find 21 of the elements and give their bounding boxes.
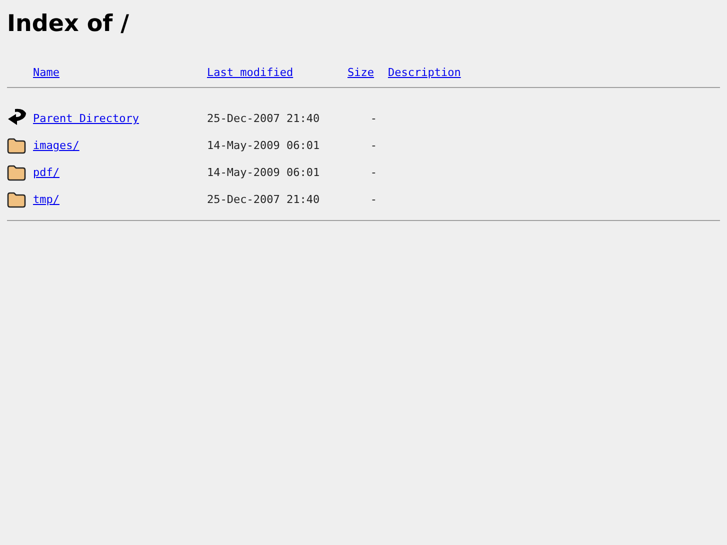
modified-date: 25-Dec-2007 21:40 [207,193,320,208]
file-size: - [370,112,378,127]
directory-link[interactable]: pdf/ [33,166,60,183]
directory-link[interactable]: images/ [33,139,80,156]
file-size: - [370,193,378,208]
back-arrow-icon [7,108,27,127]
modified-date: 25-Dec-2007 21:40 [207,112,320,127]
column-header-link[interactable]: Name [33,66,60,79]
modified-date: 14-May-2009 06:01 [207,139,320,154]
file-size: - [370,139,378,154]
folder-icon [7,165,26,181]
folder-icon [7,138,26,154]
directory-link[interactable]: Parent Directory [33,112,139,129]
column-header-link[interactable]: Description [388,66,461,79]
column-header-link[interactable]: Size [348,66,374,79]
column-header-link[interactable]: Last modified [207,66,294,79]
page-title: Index of / [7,10,130,39]
modified-date: 14-May-2009 06:01 [207,166,320,181]
file-size: - [370,166,378,181]
directory-link[interactable]: tmp/ [33,193,60,210]
folder-icon [7,192,26,208]
